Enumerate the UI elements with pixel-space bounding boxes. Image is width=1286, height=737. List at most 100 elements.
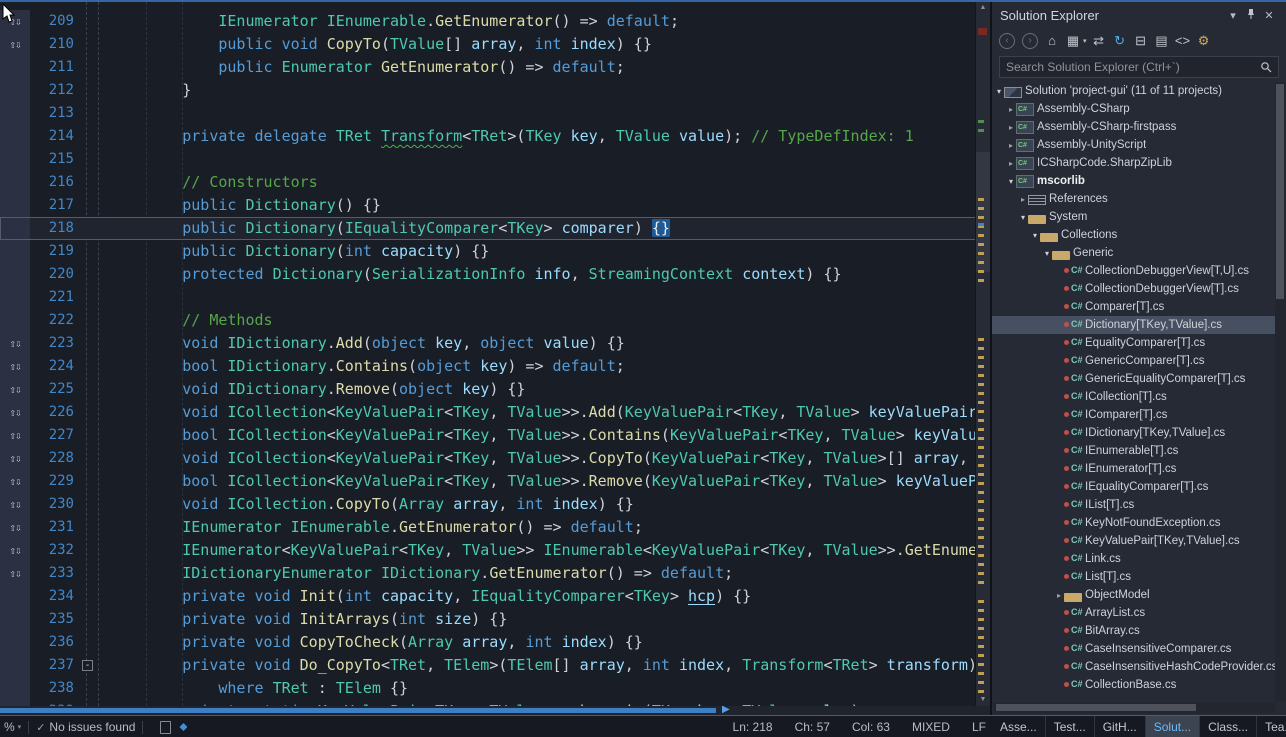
back-icon[interactable]: ‹ (999, 33, 1015, 49)
code-line[interactable]: 213 (0, 102, 976, 125)
tree-item[interactable]: CaseInsensitiveComparer.cs (992, 640, 1275, 658)
tree-item[interactable]: BitArray.cs (992, 622, 1275, 640)
scrollbar-thumb[interactable] (1276, 84, 1284, 299)
code-line[interactable]: 211 public Enumerator GetEnumerator() =>… (0, 56, 976, 79)
code-line[interactable]: ⇧⇩229 bool ICollection<KeyValuePair<TKey… (0, 470, 976, 493)
line-number[interactable]: 213 (30, 102, 80, 125)
forward-icon[interactable]: › (1022, 33, 1038, 49)
line-number[interactable]: 215 (30, 148, 80, 171)
view-code-icon[interactable]: <> (1174, 32, 1192, 50)
code-line[interactable]: 221 (0, 286, 976, 309)
tool-window-tab[interactable]: Asse... (992, 716, 1046, 737)
implements-glyph-icon[interactable]: ⇧⇩ (0, 539, 30, 562)
code-line[interactable]: ⇧⇩210 public void CopyTo(TValue[] array,… (0, 33, 976, 56)
outlining-margin[interactable]: - (80, 654, 104, 677)
tree-item[interactable]: ▸Assembly-CSharp (992, 100, 1275, 118)
search-input[interactable]: Search Solution Explorer (Ctrl+`) (999, 56, 1279, 78)
status-doc-icon[interactable] (160, 721, 171, 734)
implements-glyph-icon[interactable]: ⇧⇩ (0, 332, 30, 355)
expand-arrow-icon[interactable]: ▸ (1006, 123, 1016, 132)
tree-item[interactable]: IEnumerator[T].cs (992, 460, 1275, 478)
code-line[interactable]: ⇧⇩223 void IDictionary.Add(object key, o… (0, 332, 976, 355)
implements-glyph-icon[interactable]: ⇧⇩ (0, 447, 30, 470)
tree-item[interactable]: IList[T].cs (992, 496, 1275, 514)
code-editor[interactable]: ⇧⇩209 IEnumerator IEnumerable.GetEnumera… (0, 2, 990, 706)
line-number[interactable]: 212 (30, 79, 80, 102)
implements-glyph-icon[interactable]: ⇧⇩ (0, 424, 30, 447)
code-line[interactable]: ⇧⇩228 void ICollection<KeyValuePair<TKey… (0, 447, 976, 470)
line-number[interactable]: 233 (30, 562, 80, 585)
tree-item[interactable]: KeyNotFoundException.cs (992, 514, 1275, 532)
collapse-all-icon[interactable]: ⊟ (1132, 32, 1150, 50)
implements-glyph-icon[interactable]: ⇧⇩ (0, 378, 30, 401)
tree-item[interactable]: ▸References (992, 190, 1275, 208)
tree-item[interactable]: GenericComparer[T].cs (992, 352, 1275, 370)
line-number[interactable]: 228 (30, 447, 80, 470)
code-line[interactable]: 217 public Dictionary() {} (0, 194, 976, 217)
tree-item[interactable]: ▸ObjectModel (992, 586, 1275, 604)
scrollbar-thumb[interactable] (996, 704, 1196, 711)
code-line[interactable]: ⇧⇩226 void ICollection<KeyValuePair<TKey… (0, 401, 976, 424)
collapse-arrow-icon[interactable]: ▾ (1018, 213, 1028, 222)
tree-item[interactable]: ArrayList.cs (992, 604, 1275, 622)
editor-horizontal-scrollbar[interactable] (0, 706, 990, 715)
tree-item[interactable]: IEqualityComparer[T].cs (992, 478, 1275, 496)
tree-item[interactable]: CollectionDebuggerView[T].cs (992, 280, 1275, 298)
refresh-icon[interactable]: ↻ (1111, 32, 1129, 50)
tree-item[interactable]: IComparer[T].cs (992, 406, 1275, 424)
line-number[interactable]: 225 (30, 378, 80, 401)
char-indicator[interactable]: Ch: 57 (795, 720, 830, 734)
tree-item[interactable]: KeyValuePair[TKey,TValue].cs (992, 532, 1275, 550)
line-number[interactable]: 222 (30, 309, 80, 332)
implements-glyph-icon[interactable]: ⇧⇩ (0, 493, 30, 516)
implements-glyph-icon[interactable]: ⇧⇩ (0, 470, 30, 493)
line-number[interactable]: 210 (30, 33, 80, 56)
collapse-arrow-icon[interactable]: ▾ (994, 87, 1004, 96)
tree-item[interactable]: ▸Assembly-CSharp-firstpass (992, 118, 1275, 136)
collapse-arrow-icon[interactable]: ▾ (1042, 249, 1052, 258)
tree-item[interactable]: Comparer[T].cs (992, 298, 1275, 316)
line-number[interactable]: 234 (30, 585, 80, 608)
close-icon[interactable] (1260, 9, 1278, 22)
collapse-arrow-icon[interactable]: ▾ (1006, 177, 1016, 186)
zoom-control[interactable]: % (4, 720, 21, 734)
line-number[interactable]: 235 (30, 608, 80, 631)
expand-arrow-icon[interactable]: ▸ (1006, 159, 1016, 168)
status-spark-icon[interactable] (179, 723, 187, 731)
code-line[interactable]: 216 // Constructors (0, 171, 976, 194)
line-number[interactable]: 238 (30, 677, 80, 700)
code-line[interactable]: 236 private void CopyToCheck(Array array… (0, 631, 976, 654)
code-line[interactable]: ⇧⇩230 void ICollection.CopyTo(Array arra… (0, 493, 976, 516)
line-number[interactable]: 223 (30, 332, 80, 355)
code-line[interactable]: ⇧⇩227 bool ICollection<KeyValuePair<TKey… (0, 424, 976, 447)
line-number[interactable]: 211 (30, 56, 80, 79)
line-number[interactable]: 217 (30, 194, 80, 217)
tree-item[interactable]: ▾mscorlib (992, 172, 1275, 190)
code-line[interactable]: 218 public Dictionary(IEqualityComparer<… (0, 217, 976, 240)
implements-glyph-icon[interactable]: ⇧⇩ (0, 355, 30, 378)
code-line[interactable]: ⇧⇩209 IEnumerator IEnumerable.GetEnumera… (0, 10, 976, 33)
column-indicator[interactable]: Col: 63 (852, 720, 890, 734)
tree-item[interactable]: EqualityComparer[T].cs (992, 334, 1275, 352)
code-line[interactable]: ⇧⇩224 bool IDictionary.Contains(object k… (0, 355, 976, 378)
expand-arrow-icon[interactable]: ▸ (1018, 195, 1028, 204)
collapse-region-icon[interactable]: - (82, 660, 93, 671)
pin-icon[interactable] (1242, 8, 1260, 23)
code-line[interactable]: 238 where TRet : TElem {} (0, 677, 976, 700)
tree-horizontal-scrollbar[interactable] (994, 703, 1275, 713)
tool-window-tab[interactable]: Tea... (1257, 716, 1286, 737)
tree-item[interactable]: ▸Assembly-UnityScript (992, 136, 1275, 154)
code-line[interactable]: ⇧⇩231 IEnumerator IEnumerable.GetEnumera… (0, 516, 976, 539)
line-number[interactable]: 220 (30, 263, 80, 286)
line-number[interactable]: 227 (30, 424, 80, 447)
tool-window-tab[interactable]: Test... (1046, 716, 1095, 737)
sync-active-document-icon[interactable]: ⇄ (1090, 32, 1108, 50)
tree-vertical-scrollbar[interactable] (1275, 82, 1286, 701)
line-number[interactable]: 237 (30, 654, 80, 677)
tree-item[interactable]: ▾Collections (992, 226, 1275, 244)
implements-glyph-icon[interactable]: ⇧⇩ (0, 401, 30, 424)
tool-window-tab[interactable]: Solut... (1146, 716, 1200, 737)
tree-item[interactable]: IDictionary[TKey,TValue].cs (992, 424, 1275, 442)
tree-item[interactable]: IEnumerable[T].cs (992, 442, 1275, 460)
code-line[interactable]: 215 (0, 148, 976, 171)
